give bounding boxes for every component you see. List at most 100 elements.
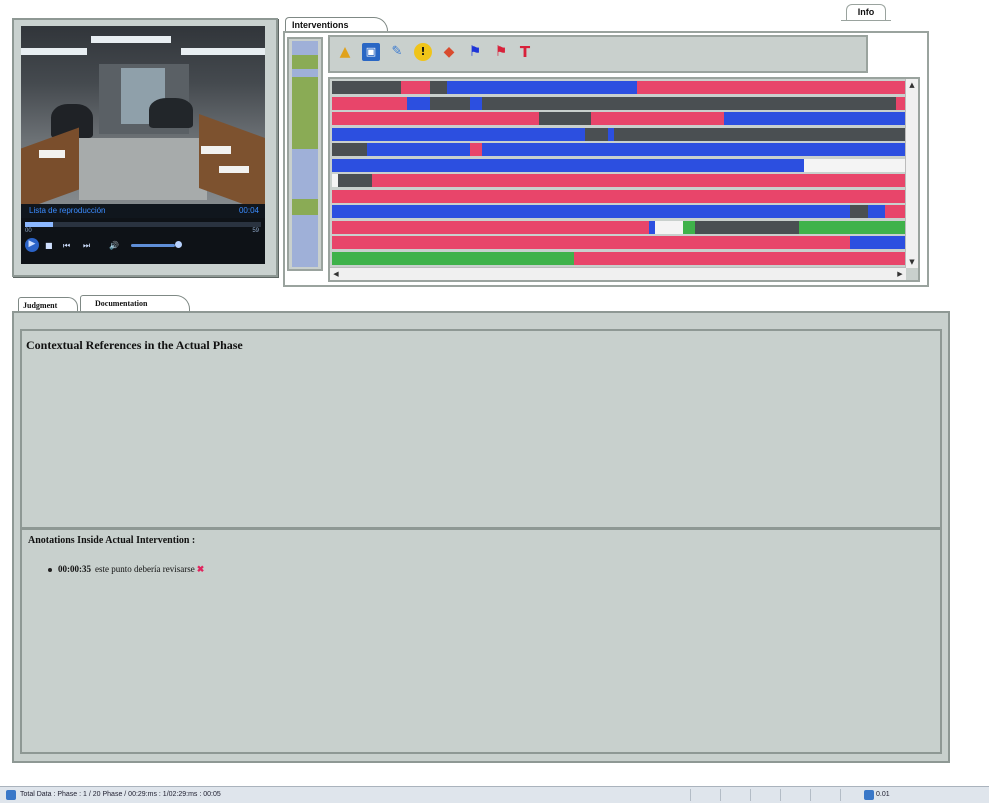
- intervention-segment[interactable]: [798, 220, 908, 234]
- scroll-up-icon[interactable]: ▲: [906, 79, 918, 91]
- intervention-segment[interactable]: [573, 127, 586, 141]
- intervention-segment[interactable]: [723, 112, 908, 125]
- intervention-segment[interactable]: [372, 174, 908, 187]
- intervention-segment[interactable]: [332, 236, 597, 249]
- intervention-segment[interactable]: [332, 81, 402, 94]
- intervention-segment[interactable]: [332, 127, 574, 141]
- edit-icon[interactable]: ✎: [388, 43, 406, 61]
- save-icon[interactable]: ▣: [362, 43, 380, 61]
- tab-interventions[interactable]: Interventions: [285, 17, 388, 32]
- intervention-segment[interactable]: [332, 143, 367, 156]
- intervention-segment[interactable]: [608, 112, 724, 125]
- status-bar: Total Data : Phase : 1 / 20 Phase / 00:2…: [0, 786, 989, 803]
- red-flag-icon[interactable]: ⚑: [492, 43, 510, 61]
- status-divider: [780, 789, 781, 801]
- intervention-segment[interactable]: [562, 158, 805, 172]
- intervention-segment[interactable]: [694, 220, 799, 234]
- intervention-segment[interactable]: [332, 205, 851, 218]
- phase-segment[interactable]: [292, 215, 318, 267]
- intervention-segment[interactable]: [470, 96, 482, 110]
- video-player: Lista de reproducción 00:04 00 59 ▶ ■ ⏮ …: [12, 18, 278, 277]
- paper: [201, 146, 231, 154]
- phase-segment[interactable]: [292, 41, 318, 55]
- tab-judgment[interactable]: Judgment: [18, 297, 78, 312]
- video-screen[interactable]: Lista de reproducción 00:04: [21, 26, 265, 218]
- phase-segment[interactable]: [292, 199, 318, 215]
- intervention-segment[interactable]: [366, 143, 471, 156]
- contextual-references-box: Contextual References in the Actual Phas…: [20, 329, 942, 529]
- annotation-item: 00:00:35 este punto debería revisarse ✖: [48, 564, 204, 575]
- phase-segment[interactable]: [292, 55, 318, 69]
- intervention-segment[interactable]: [654, 220, 684, 234]
- intervention-segment[interactable]: [539, 112, 592, 125]
- intervention-segment[interactable]: [591, 112, 609, 125]
- timeline-row[interactable]: [332, 189, 908, 203]
- intervention-segment[interactable]: [614, 127, 908, 141]
- delete-icon[interactable]: ✖: [197, 564, 205, 574]
- timeline-row[interactable]: [332, 96, 908, 110]
- timeline-vertical-scrollbar[interactable]: ▲ ▼: [905, 79, 918, 268]
- intervention-segment[interactable]: [429, 81, 448, 94]
- volume-slider[interactable]: [131, 244, 175, 247]
- scroll-right-icon[interactable]: ▶: [894, 268, 906, 280]
- video-progress-fill: [25, 222, 54, 227]
- phase-segment[interactable]: [292, 77, 318, 149]
- volume-slider-knob[interactable]: [175, 241, 182, 248]
- previous-icon[interactable]: ⏮: [63, 240, 70, 252]
- blue-flag-icon[interactable]: ⚑: [466, 43, 484, 61]
- chart-icon[interactable]: ▲: [336, 43, 354, 61]
- intervention-segment[interactable]: [332, 112, 540, 125]
- time-total: 59: [252, 228, 259, 234]
- intervention-segment[interactable]: [481, 143, 908, 156]
- pin-icon[interactable]: T: [516, 43, 534, 61]
- intervention-segment[interactable]: [867, 205, 885, 218]
- intervention-segment[interactable]: [332, 96, 407, 110]
- intervention-segment[interactable]: [596, 236, 851, 249]
- intervention-segment[interactable]: [332, 220, 649, 234]
- intervention-segment[interactable]: [401, 81, 430, 94]
- info-tab[interactable]: Info: [841, 4, 891, 21]
- intervention-segment[interactable]: [332, 189, 908, 203]
- intervention-segment[interactable]: [332, 251, 574, 265]
- timeline-row[interactable]: [332, 220, 908, 234]
- intervention-segment[interactable]: [573, 251, 908, 265]
- timeline-row[interactable]: [332, 174, 908, 187]
- warning-icon[interactable]: !: [414, 43, 432, 61]
- scroll-down-icon[interactable]: ▼: [906, 256, 918, 268]
- intervention-segment[interactable]: [850, 205, 868, 218]
- play-icon[interactable]: ▶: [25, 238, 39, 252]
- timeline-row[interactable]: [332, 127, 908, 141]
- intervention-segment[interactable]: [447, 81, 638, 94]
- intervention-segment[interactable]: [406, 96, 430, 110]
- intervention-segment[interactable]: [637, 81, 908, 94]
- intervention-segment[interactable]: [481, 96, 897, 110]
- volume-icon[interactable]: 🔊: [109, 240, 119, 252]
- intervention-segment[interactable]: [429, 96, 471, 110]
- intervention-segment[interactable]: [332, 158, 563, 172]
- tab-documentation[interactable]: Documentation: [80, 295, 190, 312]
- timeline-horizontal-scrollbar[interactable]: ◀ ▶: [330, 267, 906, 280]
- timeline-row[interactable]: [332, 81, 908, 94]
- scroll-left-icon[interactable]: ◀: [330, 268, 342, 280]
- timeline-row[interactable]: [332, 112, 908, 125]
- timeline-row[interactable]: [332, 143, 908, 156]
- table-left: [21, 127, 79, 211]
- timeline-row[interactable]: [332, 205, 908, 218]
- video-progress-bar[interactable]: [25, 222, 261, 227]
- timeline-row[interactable]: [332, 251, 908, 265]
- intervention-segment[interactable]: [337, 174, 373, 187]
- phase-segment[interactable]: [292, 69, 318, 77]
- next-icon[interactable]: ⏭: [83, 240, 90, 252]
- phase-strip: [287, 37, 323, 271]
- intervention-segment[interactable]: [585, 127, 609, 141]
- intervention-segment[interactable]: [683, 220, 695, 234]
- annotation-time[interactable]: 00:00:35: [58, 564, 91, 574]
- timeline-row[interactable]: [332, 158, 908, 172]
- stop-icon[interactable]: ■: [45, 240, 53, 252]
- intervention-segment[interactable]: [804, 158, 908, 172]
- phase-segment[interactable]: [292, 149, 318, 199]
- intervention-segment[interactable]: [470, 143, 482, 156]
- timeline-row[interactable]: [332, 236, 908, 249]
- puzzle-icon[interactable]: ◆: [440, 43, 458, 61]
- intervention-segment[interactable]: [850, 236, 908, 249]
